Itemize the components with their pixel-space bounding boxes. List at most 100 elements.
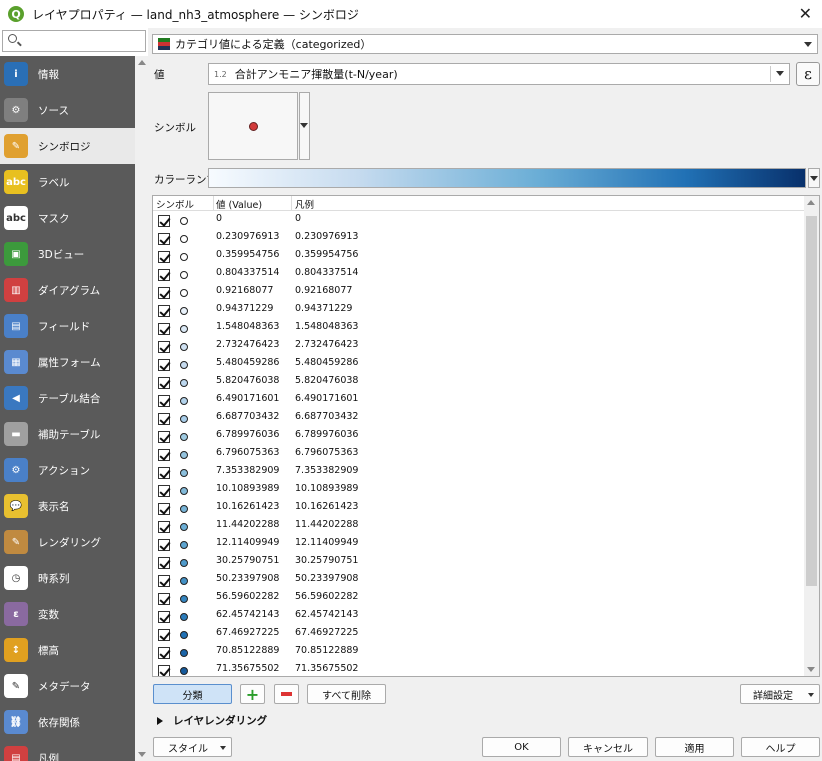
category-value[interactable]: 11.44202288	[216, 519, 279, 530]
category-symbol-icon[interactable]	[180, 343, 188, 351]
category-value[interactable]: 0	[216, 213, 222, 224]
category-checkbox[interactable]	[158, 287, 170, 299]
category-symbol-icon[interactable]	[180, 289, 188, 297]
table-row[interactable]: 2.732476423 2.732476423	[153, 337, 805, 355]
renderer-type-select[interactable]: カテゴリ値による定義（categorized）	[152, 34, 818, 54]
table-row[interactable]: 71.35675502 71.35675502	[153, 661, 805, 676]
category-symbol-icon[interactable]	[180, 379, 188, 387]
category-value[interactable]: 56.59602282	[216, 591, 279, 602]
sidebar-item[interactable]: ▥ ダイアグラム	[0, 272, 135, 308]
category-symbol-icon[interactable]	[180, 325, 188, 333]
table-row[interactable]: 10.16261423 10.16261423	[153, 499, 805, 517]
table-row[interactable]: 0.804337514 0.804337514	[153, 265, 805, 283]
category-checkbox[interactable]	[158, 611, 170, 623]
category-symbol-icon[interactable]	[180, 487, 188, 495]
sidebar-item[interactable]: ✎ メタデータ	[0, 668, 135, 704]
category-checkbox[interactable]	[158, 485, 170, 497]
sidebar-item[interactable]: abc マスク	[0, 200, 135, 236]
category-legend[interactable]: 0.804337514	[295, 267, 358, 278]
category-value[interactable]: 30.25790751	[216, 555, 279, 566]
category-value[interactable]: 0.230976913	[216, 231, 279, 242]
category-symbol-icon[interactable]	[180, 505, 188, 513]
category-checkbox[interactable]	[158, 377, 170, 389]
classify-button[interactable]: 分類	[153, 684, 232, 704]
category-value[interactable]: 5.820476038	[216, 375, 279, 386]
cancel-button[interactable]: キャンセル	[568, 737, 648, 757]
category-legend[interactable]: 6.687703432	[295, 411, 358, 422]
table-row[interactable]: 6.687703432 6.687703432	[153, 409, 805, 427]
category-value[interactable]: 0.359954756	[216, 249, 279, 260]
color-ramp-dropdown[interactable]	[808, 168, 820, 188]
category-legend[interactable]: 71.35675502	[295, 663, 358, 674]
category-value[interactable]: 50.23397908	[216, 573, 279, 584]
table-row[interactable]: 0.359954756 0.359954756	[153, 247, 805, 265]
category-symbol-icon[interactable]	[180, 433, 188, 441]
table-row[interactable]: 11.44202288 11.44202288	[153, 517, 805, 535]
category-value[interactable]: 0.804337514	[216, 267, 279, 278]
table-row[interactable]: 10.10893989 10.10893989	[153, 481, 805, 499]
category-legend[interactable]: 70.85122889	[295, 645, 358, 656]
category-value[interactable]: 6.490171601	[216, 393, 279, 404]
category-value[interactable]: 71.35675502	[216, 663, 279, 674]
category-checkbox[interactable]	[158, 413, 170, 425]
symbol-button[interactable]	[208, 92, 298, 160]
sidebar-item[interactable]: ✎ レンダリング	[0, 524, 135, 560]
category-symbol-icon[interactable]	[180, 649, 188, 657]
category-checkbox[interactable]	[158, 395, 170, 407]
category-symbol-icon[interactable]	[180, 361, 188, 369]
category-value[interactable]: 5.480459286	[216, 357, 279, 368]
category-legend[interactable]: 2.732476423	[295, 339, 358, 350]
category-symbol-icon[interactable]	[180, 451, 188, 459]
sidebar-item[interactable]: ▬ 補助テーブル	[0, 416, 135, 452]
chevron-down-icon[interactable]	[776, 71, 784, 76]
category-legend[interactable]: 0.359954756	[295, 249, 358, 260]
category-checkbox[interactable]	[158, 305, 170, 317]
category-symbol-icon[interactable]	[180, 613, 188, 621]
table-row[interactable]: 30.25790751 30.25790751	[153, 553, 805, 571]
category-legend[interactable]: 10.16261423	[295, 501, 358, 512]
sidebar-item[interactable]: ▦ 属性フォーム	[0, 344, 135, 380]
color-ramp-button[interactable]	[208, 168, 806, 188]
expression-builder-button[interactable]: ε	[796, 62, 820, 86]
sidebar-item[interactable]: ε 変数	[0, 596, 135, 632]
category-legend[interactable]: 6.789976036	[295, 429, 358, 440]
category-symbol-icon[interactable]	[180, 631, 188, 639]
table-row[interactable]: 5.480459286 5.480459286	[153, 355, 805, 373]
add-category-button[interactable]: +	[240, 684, 265, 704]
table-row[interactable]: 6.796075363 6.796075363	[153, 445, 805, 463]
delete-all-button[interactable]: すべて削除	[307, 684, 386, 704]
category-symbol-icon[interactable]	[180, 271, 188, 279]
category-value[interactable]: 62.45742143	[216, 609, 279, 620]
category-legend[interactable]: 30.25790751	[295, 555, 358, 566]
category-value[interactable]: 10.16261423	[216, 501, 279, 512]
value-expression-select[interactable]: 1.2 合計アンモニア揮散量(t-N/year)	[208, 63, 790, 85]
sidebar-item[interactable]: ⚙ ソース	[0, 92, 135, 128]
table-row[interactable]: 0.230976913 0.230976913	[153, 229, 805, 247]
category-legend[interactable]: 67.46927225	[295, 627, 358, 638]
category-checkbox[interactable]	[158, 647, 170, 659]
sidebar-item[interactable]: 💬 表示名	[0, 488, 135, 524]
category-checkbox[interactable]	[158, 215, 170, 227]
category-value[interactable]: 0.94371229	[216, 303, 273, 314]
header-legend[interactable]: 凡例	[295, 197, 314, 211]
table-row[interactable]: 56.59602282 56.59602282	[153, 589, 805, 607]
category-symbol-icon[interactable]	[180, 523, 188, 531]
scroll-thumb[interactable]	[806, 216, 817, 586]
category-value[interactable]: 6.796075363	[216, 447, 279, 458]
category-legend[interactable]: 5.820476038	[295, 375, 358, 386]
help-button[interactable]: ヘルプ	[741, 737, 820, 757]
delete-category-button[interactable]	[274, 684, 299, 704]
category-legend[interactable]: 6.796075363	[295, 447, 358, 458]
table-row[interactable]: 6.789976036 6.789976036	[153, 427, 805, 445]
apply-button[interactable]: 適用	[655, 737, 734, 757]
sidebar-item[interactable]: ◀ テーブル結合	[0, 380, 135, 416]
scroll-up-icon[interactable]	[138, 60, 146, 65]
scroll-down-icon[interactable]	[807, 667, 815, 672]
sidebar-search-input[interactable]	[2, 30, 146, 52]
sidebar-scrollbar[interactable]	[135, 56, 148, 761]
category-value[interactable]: 10.10893989	[216, 483, 279, 494]
category-value[interactable]: 0.92168077	[216, 285, 273, 296]
category-legend[interactable]: 6.490171601	[295, 393, 358, 404]
style-button[interactable]: スタイル	[153, 737, 232, 757]
category-legend[interactable]: 1.548048363	[295, 321, 358, 332]
